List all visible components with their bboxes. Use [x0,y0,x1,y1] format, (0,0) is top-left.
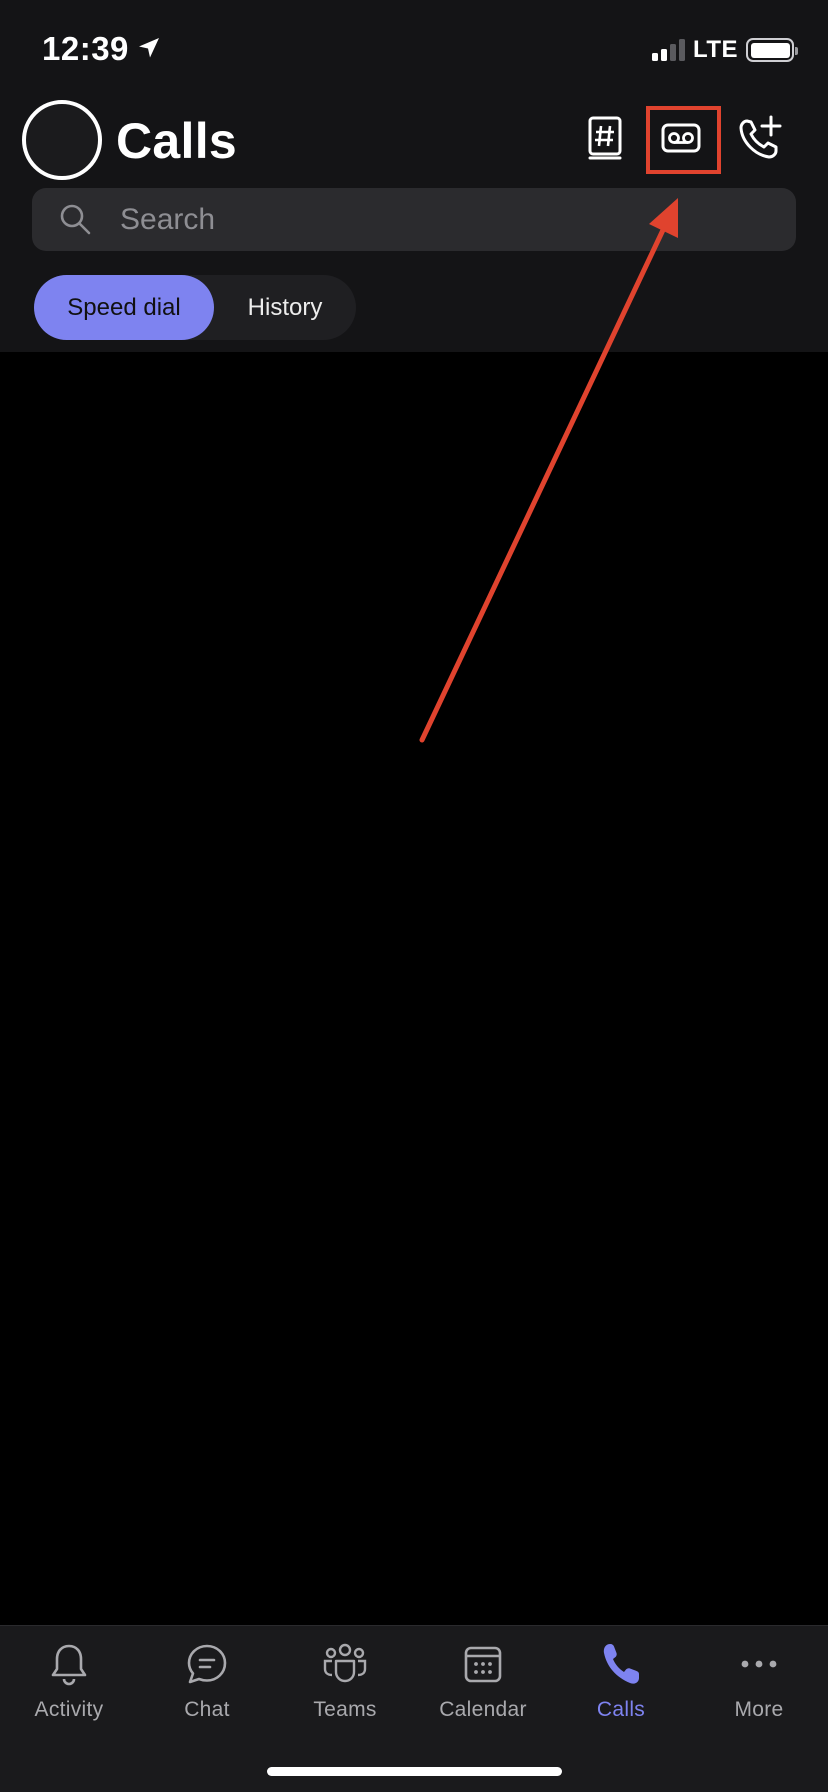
nav-label: Teams [313,1698,377,1721]
page-title: Calls [116,113,238,169]
more-icon [737,1642,781,1686]
nav-chat[interactable]: Chat [138,1642,276,1742]
nav-label: Activity [34,1698,104,1721]
status-bar: 12:39 LTE [0,0,828,100]
search-bar[interactable] [32,188,796,251]
phone-icon [599,1642,643,1686]
status-time-group: 12:39 [42,30,161,68]
dialpad-button[interactable] [578,112,634,168]
tab-switcher: Speed dial History [34,275,356,340]
status-time: 12:39 [42,30,129,67]
avatar[interactable] [22,100,102,180]
nav-calendar[interactable]: Calendar [414,1642,552,1742]
calendar-icon [461,1642,505,1686]
nav-activity[interactable]: Activity [0,1642,138,1742]
tab-speed-dial[interactable]: Speed dial [34,275,214,340]
bell-icon [47,1642,91,1686]
new-call-button[interactable] [732,112,788,168]
search-input[interactable] [120,188,760,251]
nav-label: Calls [596,1698,646,1721]
dialpad-icon [586,115,626,166]
teams-icon [323,1642,367,1686]
search-icon [58,202,92,236]
nav-label: Calendar [439,1698,527,1721]
chat-icon [185,1642,229,1686]
annotation-highlight-box [646,106,721,174]
nav-teams[interactable]: Teams [276,1642,414,1742]
nav-label: More [734,1698,784,1721]
signal-icon [651,39,685,61]
network-label: LTE [692,36,738,63]
tab-history[interactable]: History [214,275,356,340]
nav-more[interactable]: More [690,1642,828,1742]
home-indicator[interactable] [267,1767,562,1776]
nav-label: Chat [184,1698,230,1721]
battery-icon [746,38,798,62]
nav-calls[interactable]: Calls [552,1642,690,1742]
new-call-icon [737,115,783,166]
location-arrow-icon [137,30,161,68]
screen: 12:39 LTE Calls Search Speed dial Histor… [0,0,828,1792]
status-right: LTE [651,36,798,64]
